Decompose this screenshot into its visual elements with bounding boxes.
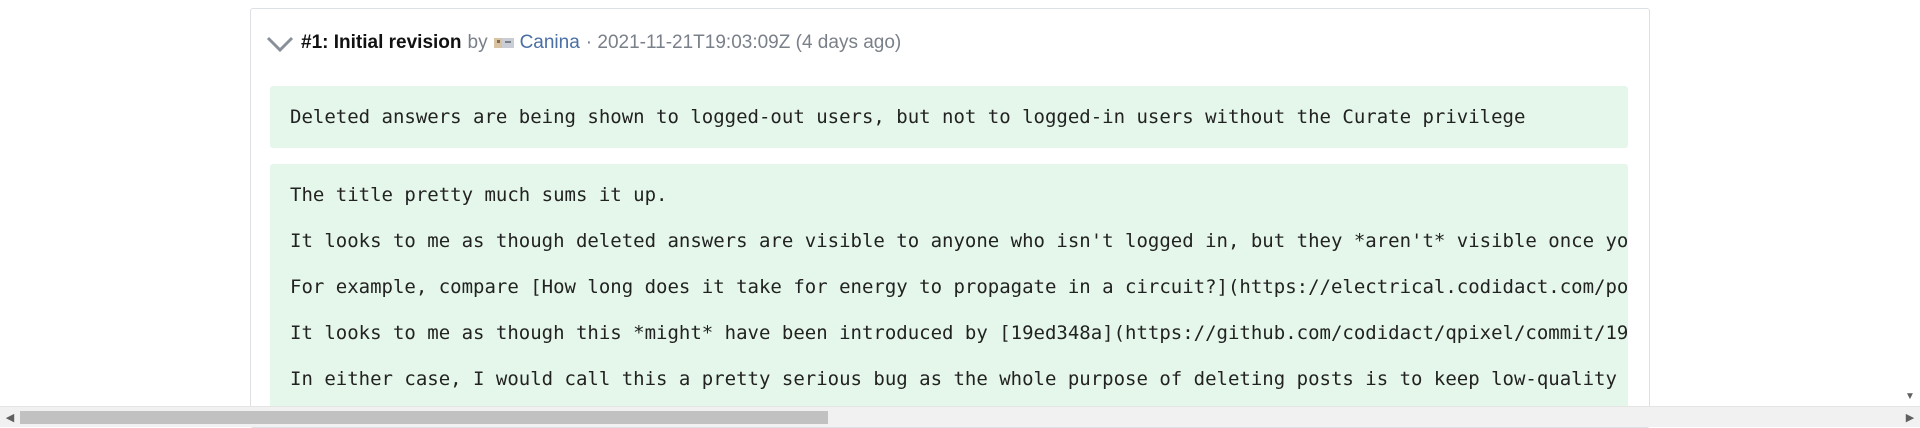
chevron-down-icon[interactable] bbox=[265, 30, 295, 56]
body-line: The title pretty much sums it up. bbox=[290, 184, 668, 206]
body-diff: The title pretty much sums it up. It loo… bbox=[270, 164, 1628, 408]
horizontal-scrollbar[interactable]: ◀ ▶ bbox=[0, 406, 1920, 427]
revision-timestamp: · 2021-11-21T19:03:09Z (4 days ago) bbox=[585, 32, 902, 53]
body-line: It looks to me as though deleted answers… bbox=[290, 230, 1628, 252]
revision-title: #1: Initial revision bbox=[301, 32, 462, 53]
scroll-thumb[interactable] bbox=[20, 411, 828, 424]
body-line: For example, compare [How long does it t… bbox=[290, 276, 1628, 298]
scroll-left-icon[interactable]: ◀ bbox=[0, 407, 20, 427]
revision-header: #1: Initial revision by Canina · 2021-11… bbox=[265, 28, 901, 58]
author-link[interactable]: Canina bbox=[520, 32, 580, 54]
body-line: In either case, I would call this a pret… bbox=[290, 368, 1617, 390]
title-diff: Deleted answers are being shown to logge… bbox=[270, 86, 1628, 148]
scroll-down-icon[interactable]: ▼ bbox=[1902, 388, 1918, 404]
by-label: by bbox=[467, 32, 488, 53]
body-line: It looks to me as though this *might* ha… bbox=[290, 322, 1628, 344]
scroll-right-icon[interactable]: ▶ bbox=[1900, 407, 1920, 427]
title-diff-text: Deleted answers are being shown to logge… bbox=[290, 106, 1526, 128]
avatar-icon bbox=[493, 38, 514, 48]
